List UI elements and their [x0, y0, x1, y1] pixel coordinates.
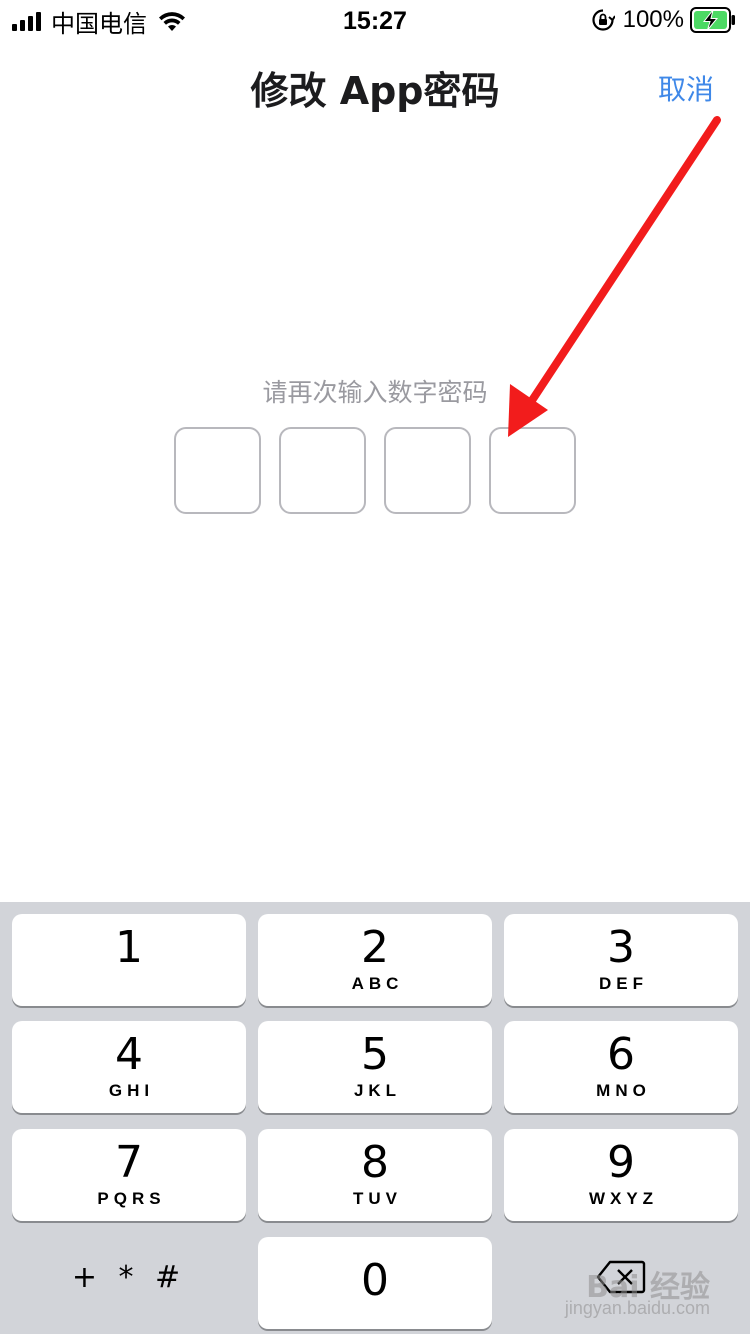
status-bar: 中国电信 15:27 100%	[0, 0, 750, 40]
symbols-label: + * #	[71, 1259, 187, 1295]
key-letters: TUV	[353, 1189, 402, 1208]
key-1[interactable]: 1	[12, 914, 246, 1006]
key-letters: DEF	[599, 974, 648, 993]
key-letters: MNO	[596, 1081, 651, 1100]
cancel-button[interactable]: 取消	[658, 68, 714, 108]
key-digit: 9	[607, 1137, 635, 1188]
passcode-prompt: 请再次输入数字密码	[262, 378, 488, 407]
key-2[interactable]: 2 ABC	[258, 914, 492, 1006]
key-letters: WXYZ	[588, 1189, 659, 1208]
key-3[interactable]: 3 DEF	[504, 914, 738, 1006]
key-6[interactable]: 6 MNO	[504, 1021, 738, 1113]
key-letters: ABC	[351, 974, 404, 993]
page-title: 修改 App密码	[250, 69, 500, 113]
key-digit: 7	[115, 1137, 143, 1188]
key-letters: PQRS	[97, 1189, 166, 1208]
key-digit: 1	[115, 922, 143, 973]
key-9[interactable]: 9 WXYZ	[504, 1129, 738, 1221]
passcode-digit-box-2[interactable]	[279, 427, 366, 514]
symbols-key[interactable]: + * #	[12, 1231, 246, 1323]
passcode-fields	[174, 427, 576, 514]
status-right: 100%	[591, 6, 736, 34]
battery-charging-icon	[690, 7, 735, 33]
key-digit: 0	[361, 1255, 389, 1306]
key-digit: 5	[361, 1029, 389, 1080]
key-letters: JKL	[353, 1081, 402, 1100]
passcode-digit-box-3[interactable]	[384, 427, 471, 514]
orientation-lock-icon	[592, 9, 615, 31]
battery-percentage: 100%	[622, 6, 684, 33]
watermark-url: jingyan.baidu.com	[564, 1298, 710, 1318]
watermark: Bai 经验 jingyan.baidu.com	[530, 1262, 710, 1322]
key-digit: 4	[115, 1029, 143, 1080]
passcode-digit-box-4[interactable]	[489, 427, 576, 514]
passcode-digit-box-1[interactable]	[174, 427, 261, 514]
key-5[interactable]: 5 JKL	[258, 1021, 492, 1113]
key-letters: GHI	[108, 1081, 155, 1100]
key-4[interactable]: 4 GHI	[12, 1021, 246, 1113]
key-digit: 3	[607, 922, 635, 973]
key-digit: 8	[361, 1137, 389, 1188]
key-7[interactable]: 7 PQRS	[12, 1129, 246, 1221]
key-0[interactable]: 0	[258, 1237, 492, 1329]
key-digit: 2	[361, 922, 389, 973]
key-digit: 6	[607, 1029, 635, 1080]
key-8[interactable]: 8 TUV	[258, 1129, 492, 1221]
